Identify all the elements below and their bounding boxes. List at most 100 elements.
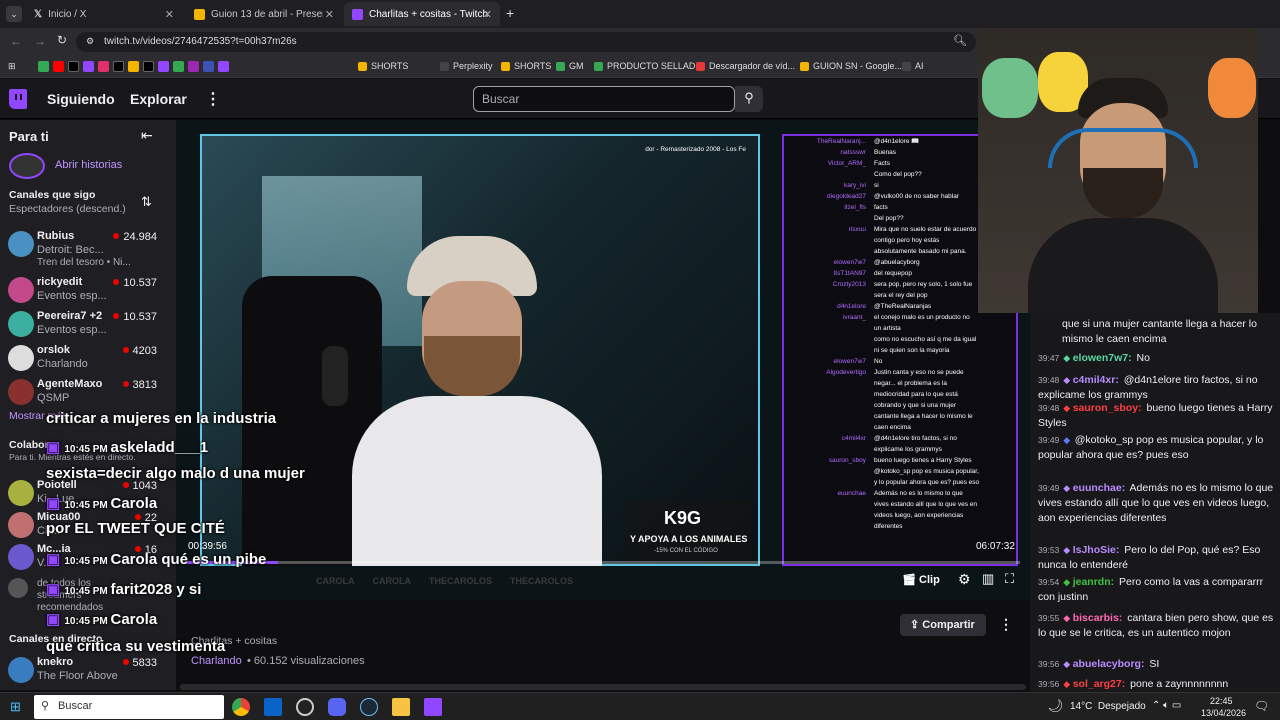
discord-icon[interactable] — [328, 698, 346, 716]
tab-twitch[interactable]: Charlitas + cositas - Twitch ✕ — [344, 2, 500, 26]
tab-list-icon[interactable]: ⌄ — [6, 6, 22, 22]
chat-message: 39:54 ◆ jeanrdn: Pero como la vas a compa… — [1038, 575, 1274, 605]
clock-time[interactable]: 22:45 — [1210, 696, 1233, 706]
outlook-icon[interactable] — [264, 698, 282, 716]
sidebar-channel-knekro[interactable]: knekro The Floor Above 5833 — [0, 653, 176, 687]
chrome-icon[interactable] — [232, 698, 250, 716]
chat-message: 39:56 ◆ sol_arg27: pone a zaynnnnnnnn — [1038, 677, 1274, 692]
forward-icon[interactable]: → — [34, 34, 46, 48]
overlay-chat-line: que critica su vestimenta — [46, 638, 225, 655]
site-info-icon[interactable]: ⚙ — [86, 36, 94, 47]
collapse-sidebar-icon[interactable]: ⇤ — [141, 127, 153, 144]
embedded-chat-text: contigo pero hoy estás — [874, 237, 940, 244]
tab-x-home[interactable]: 𝕏 Inicio / X ✕ — [26, 2, 182, 26]
avatar — [8, 578, 28, 598]
embedded-chat-line: ivraant_ el conejo malo es un producto no — [784, 312, 1016, 323]
bookmark-gm[interactable]: GM — [556, 61, 584, 71]
overlay-text: sexista=decir algo malo d una mujer — [46, 465, 305, 482]
bookmark-descargador[interactable]: Descargador de víd... — [696, 61, 795, 71]
embedded-chat-text: ni se quien son la mayoria — [874, 347, 950, 354]
fullscreen-icon[interactable]: ⛶ — [1005, 571, 1014, 587]
overlay-time: 10:45 PM — [64, 500, 111, 511]
embedded-chat-user: risxuu — [848, 226, 866, 233]
embedded-chat-line: caen encima — [784, 422, 1016, 433]
close-tab-icon[interactable]: ✕ — [325, 8, 334, 21]
embedded-chat-text: @TheRealNaranjas — [874, 303, 932, 310]
tab-guion[interactable]: Guion 13 de abril - Presentación ✕ — [186, 2, 342, 26]
sidebar-channel-peereira7[interactable]: Peereira7 +2 Eventos esp... 10.537 — [0, 307, 176, 341]
theatre-mode-icon[interactable]: ▥ — [982, 571, 994, 587]
apps-icon[interactable]: ⊞ — [8, 61, 16, 72]
sidebar-channel-rickyedit[interactable]: rickyedit Eventos esp... 10.537 — [0, 273, 176, 307]
embedded-chat-text: Mira que no suelo estar de acuerdo — [874, 226, 977, 233]
bookmark-perplexity[interactable]: Perplexity — [440, 61, 493, 71]
chat-username[interactable]: jeanrdn: — [1073, 576, 1114, 588]
progress-bar[interactable] — [186, 561, 1020, 564]
reload-icon[interactable]: ↻ — [57, 33, 67, 47]
bookmark-shorts[interactable]: SHORTS — [358, 61, 408, 71]
more-menu-icon[interactable]: ⋮ — [205, 89, 221, 109]
chat-username[interactable]: sauron_sboy: — [1073, 402, 1142, 414]
avatar — [8, 379, 34, 405]
explorer-icon[interactable] — [392, 698, 410, 716]
category-link[interactable]: Charlando — [191, 655, 242, 667]
close-tab-icon[interactable]: ✕ — [165, 8, 174, 21]
embedded-chat-line: cobrando y que si una mujer — [784, 400, 1016, 411]
chat-username[interactable]: IsJhoSie: — [1073, 544, 1120, 556]
embedded-chat-text: @kotoko_sp pop es musica popular, — [874, 468, 979, 475]
share-button[interactable]: ⇪ Compartir — [900, 614, 986, 636]
embedded-chat-text: cobrando y que si una mujer — [874, 402, 957, 409]
search-input[interactable]: Buscar — [473, 86, 735, 112]
search-button[interactable]: ⚲ — [735, 86, 763, 112]
bookmark-ai[interactable]: AI — [902, 61, 924, 71]
chat-username[interactable]: elowen7w7: — [1073, 352, 1132, 364]
obs-icon[interactable] — [296, 698, 314, 716]
zoom-icon[interactable]: 🔍︎ — [953, 34, 967, 47]
sidebar-channel-rubius[interactable]: Rubius Detroit: Bec... Tren del tesoro •… — [0, 227, 176, 271]
sidebar-channel-orslok[interactable]: orslok Charlando 4203 — [0, 341, 176, 375]
url-field[interactable]: ⚙ twitch.tv/videos/2746472535?t=00h37m26… — [76, 32, 976, 52]
notifications-icon[interactable]: 🗨︎ — [1254, 699, 1269, 713]
bookmark-shorts-2[interactable]: SHORTS — [501, 61, 551, 71]
taskbar-search[interactable]: ⚲ Buscar — [34, 695, 224, 719]
clip-icon: 🎬︎ — [902, 574, 916, 586]
settings-icon[interactable]: ⚙ — [958, 571, 971, 588]
embedded-chat-line: vives estando allí que lo que ves en — [784, 499, 1016, 510]
tray-icons[interactable]: ⌃ 🔈︎ ▭ — [1152, 700, 1181, 711]
stories-avatar[interactable] — [9, 153, 45, 179]
steam-icon[interactable] — [360, 698, 378, 716]
reactor-person — [1028, 78, 1218, 313]
close-tab-icon[interactable]: ✕ — [483, 8, 492, 21]
chat-username[interactable]: c4mil4xr: — [1073, 374, 1119, 386]
chat-username[interactable]: euunchae: — [1073, 482, 1126, 494]
chat-message: 39:53 ◆ IsJhoSie: Pero lo del Pop, qué es… — [1038, 543, 1274, 573]
windows-start-icon[interactable]: ⊞ — [10, 699, 21, 715]
overlay-chat-line: por EL TWEET QUE CITÉ — [46, 520, 225, 537]
sort-icon[interactable]: ⇅ — [141, 194, 152, 210]
twitch-logo-icon[interactable] — [9, 89, 27, 109]
nav-following[interactable]: Siguiendo — [47, 91, 115, 107]
weather-text[interactable]: 14°C Despejado — [1070, 701, 1146, 712]
nav-explore[interactable]: Explorar — [130, 91, 187, 107]
back-icon[interactable]: ← — [10, 34, 22, 48]
embedded-chat-text: negar... el problema es la — [874, 380, 947, 387]
chat-message: 39:56 ◆ abuelacyborg: SI — [1038, 657, 1274, 672]
video-player[interactable]: dor - Remasterizado 2008 - Los Fe K9G Y … — [176, 120, 1030, 600]
sidebar-channel-agentemaxo[interactable]: AgenteMaxo QSMP 3813 — [0, 375, 176, 409]
more-options-icon[interactable]: ⋮ — [999, 616, 1013, 633]
clock-date[interactable]: 13/04/2026 — [1201, 708, 1246, 718]
app-icon[interactable] — [424, 698, 442, 716]
embedded-chat-text: Del pop?? — [874, 215, 904, 222]
new-tab-button[interactable]: + — [506, 5, 514, 21]
chat-username[interactable]: sol_arg27: — [1073, 678, 1126, 690]
clip-button[interactable]: 🎬︎ Clip — [902, 573, 940, 586]
chat-username[interactable]: biscarbis: — [1073, 612, 1123, 624]
open-stories-link[interactable]: Abrir historias — [55, 159, 122, 171]
chat-timestamp: 39:54 — [1038, 577, 1060, 587]
chat-username[interactable]: abuelacyborg: — [1073, 658, 1145, 670]
chat-timestamp: 39:55 — [1038, 613, 1060, 623]
avatar — [8, 277, 34, 303]
bookmark-guion-sn[interactable]: GUION SN - Google... — [800, 61, 902, 71]
bookmark-producto[interactable]: PRODUCTO SELLAD... — [594, 61, 703, 71]
avatar — [8, 311, 34, 337]
